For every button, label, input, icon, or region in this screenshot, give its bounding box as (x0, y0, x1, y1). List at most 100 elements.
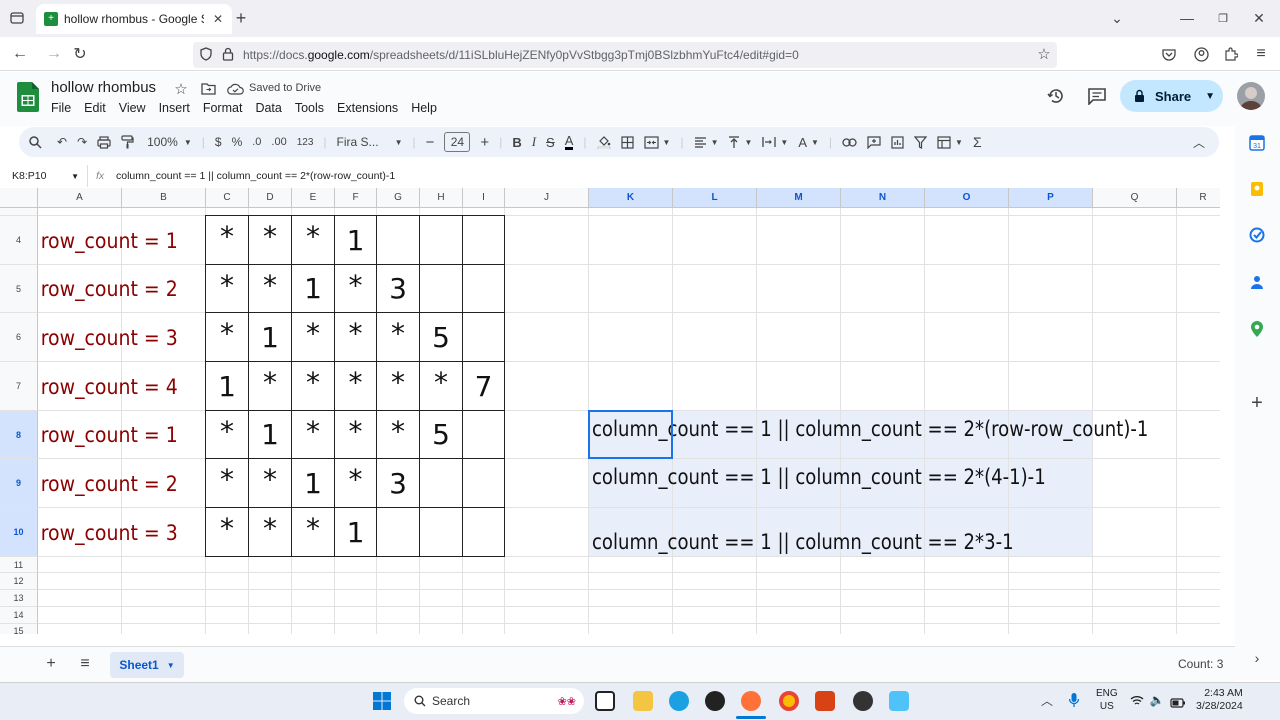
get-addons-icon[interactable]: + (1247, 392, 1267, 414)
pattern-cell[interactable] (420, 265, 463, 313)
calendar-icon[interactable]: 31 (1249, 135, 1265, 151)
pattern-cell[interactable] (463, 265, 505, 313)
url-bar[interactable]: https://docs. google.com/spreadsheets/d/1… (193, 42, 1057, 68)
filter-icon[interactable] (914, 135, 928, 149)
text-wrapping-icon[interactable]: ▼ (762, 136, 788, 148)
bold-button[interactable]: B (512, 135, 521, 150)
redo-icon[interactable]: ↷ (77, 135, 87, 149)
pattern-cell[interactable]: * (206, 265, 249, 313)
name-box[interactable]: K8:P10 ▼ (0, 165, 88, 187)
language-indicator[interactable]: ENG US (1096, 687, 1118, 713)
undo-icon[interactable]: ↶ (57, 135, 67, 149)
menu-edit[interactable]: Edit (84, 101, 106, 115)
percent-format-button[interactable]: % (232, 135, 243, 149)
increase-font-size-button[interactable]: + (480, 134, 489, 151)
pattern-cell[interactable]: * (420, 362, 463, 411)
volume-icon[interactable]: 🔈 (1150, 692, 1165, 708)
borders-icon[interactable] (620, 135, 634, 149)
pattern-cell[interactable]: 1 (206, 362, 249, 411)
dell-icon[interactable] (705, 691, 725, 711)
pattern-cell[interactable]: * (292, 508, 335, 557)
microphone-icon[interactable] (1068, 692, 1080, 708)
select-all-corner[interactable] (0, 188, 38, 208)
add-sheet-button[interactable]: + (42, 655, 60, 673)
move-folder-icon[interactable] (199, 80, 217, 98)
pattern-cell[interactable]: 3 (377, 265, 420, 313)
spreadsheet-grid[interactable]: A B C D E F G H I J K L M N O P Q R 4 5 6 7 8 9 10 11 12 13 14 15 row_… (0, 188, 1220, 634)
extensions-icon[interactable] (1222, 45, 1240, 63)
restore-icon[interactable]: ❐ (1214, 9, 1232, 27)
row-header-8[interactable]: 8 (0, 411, 38, 459)
insert-chart-icon[interactable] (891, 135, 904, 149)
pattern-cell[interactable]: * (206, 459, 249, 508)
zoom-select[interactable]: 100% ▼ (147, 135, 192, 149)
pattern-cell[interactable]: 1 (292, 265, 335, 313)
pattern-cell[interactable]: * (206, 411, 249, 459)
column-header-e[interactable]: E (292, 188, 335, 208)
row-header-3[interactable] (0, 208, 38, 216)
column-header-d[interactable]: D (249, 188, 292, 208)
back-icon[interactable]: ← (10, 45, 30, 63)
column-header-o[interactable]: O (925, 188, 1009, 208)
share-button[interactable]: Share ▼ (1120, 80, 1223, 112)
row-label-cell[interactable]: row_count = 2 (38, 265, 189, 313)
pattern-cell[interactable]: * (249, 362, 292, 411)
row-header-15[interactable]: 15 (0, 624, 38, 634)
firefox-icon[interactable] (741, 691, 761, 711)
pattern-cell[interactable]: 5 (420, 411, 463, 459)
column-header-h[interactable]: H (420, 188, 463, 208)
column-header-p[interactable]: P (1009, 188, 1093, 208)
search-menus-icon[interactable] (29, 135, 42, 149)
functions-button[interactable]: Σ (973, 134, 982, 150)
bookmark-star-icon[interactable]: ☆ (1035, 45, 1053, 63)
pattern-cell[interactable] (420, 459, 463, 508)
pattern-cell[interactable]: 1 (249, 411, 292, 459)
column-header-g[interactable]: G (377, 188, 420, 208)
menu-tools[interactable]: Tools (295, 101, 324, 115)
reload-icon[interactable]: ↻ (70, 45, 90, 63)
row-label-cell[interactable]: row_count = 1 (38, 411, 189, 459)
new-tab-button[interactable]: + (232, 8, 250, 28)
row-label-cell[interactable]: row_count = 3 (38, 508, 189, 557)
selection-count[interactable]: Count: 3 (1178, 657, 1223, 671)
pattern-cell[interactable] (463, 411, 505, 459)
currency-format-button[interactable]: $ (215, 135, 222, 149)
pattern-cell[interactable]: * (292, 216, 335, 265)
minimize-icon[interactable]: — (1178, 9, 1196, 27)
pattern-cell[interactable] (463, 508, 505, 557)
column-header-q[interactable]: Q (1093, 188, 1177, 208)
pattern-cell[interactable] (463, 459, 505, 508)
increase-decimal-button[interactable]: .00 (271, 136, 286, 148)
document-title[interactable]: hollow rhombus (51, 79, 156, 96)
pattern-cell[interactable]: * (335, 265, 377, 313)
number-format-button[interactable]: 123 (297, 137, 314, 148)
chevron-down-icon[interactable]: ⌄ (1108, 9, 1126, 27)
shield-icon[interactable] (198, 46, 214, 62)
row-header-13[interactable]: 13 (0, 590, 38, 607)
font-select[interactable]: Fira S... ▼ (337, 135, 403, 149)
italic-button[interactable]: I (532, 134, 536, 150)
column-header-k[interactable]: K (589, 188, 673, 208)
menu-insert[interactable]: Insert (159, 101, 190, 115)
pattern-cell[interactable]: * (206, 216, 249, 265)
maps-icon[interactable] (1249, 320, 1265, 338)
version-history-icon[interactable] (1045, 85, 1067, 107)
menu-data[interactable]: Data (255, 101, 281, 115)
column-header-a[interactable]: A (38, 188, 122, 208)
tasks-icon[interactable] (1249, 227, 1265, 243)
tab-list-icon[interactable] (8, 9, 26, 27)
pattern-cell[interactable]: * (249, 265, 292, 313)
star-icon[interactable]: ☆ (172, 80, 190, 98)
column-header-f[interactable]: F (335, 188, 377, 208)
pattern-cell[interactable]: * (335, 459, 377, 508)
vertical-align-icon[interactable]: ▼ (728, 135, 752, 149)
taskbar-search[interactable]: Search ❀❀ (404, 688, 584, 714)
row-header-14[interactable]: 14 (0, 607, 38, 624)
tab-close-icon[interactable]: ✕ (210, 12, 226, 26)
fill-color-icon[interactable] (597, 135, 611, 149)
edge-icon[interactable] (669, 691, 689, 711)
menu-extensions[interactable]: Extensions (337, 101, 398, 115)
row-header-9[interactable]: 9 (0, 459, 38, 508)
avatar[interactable] (1237, 82, 1265, 110)
pattern-cell[interactable]: * (249, 508, 292, 557)
